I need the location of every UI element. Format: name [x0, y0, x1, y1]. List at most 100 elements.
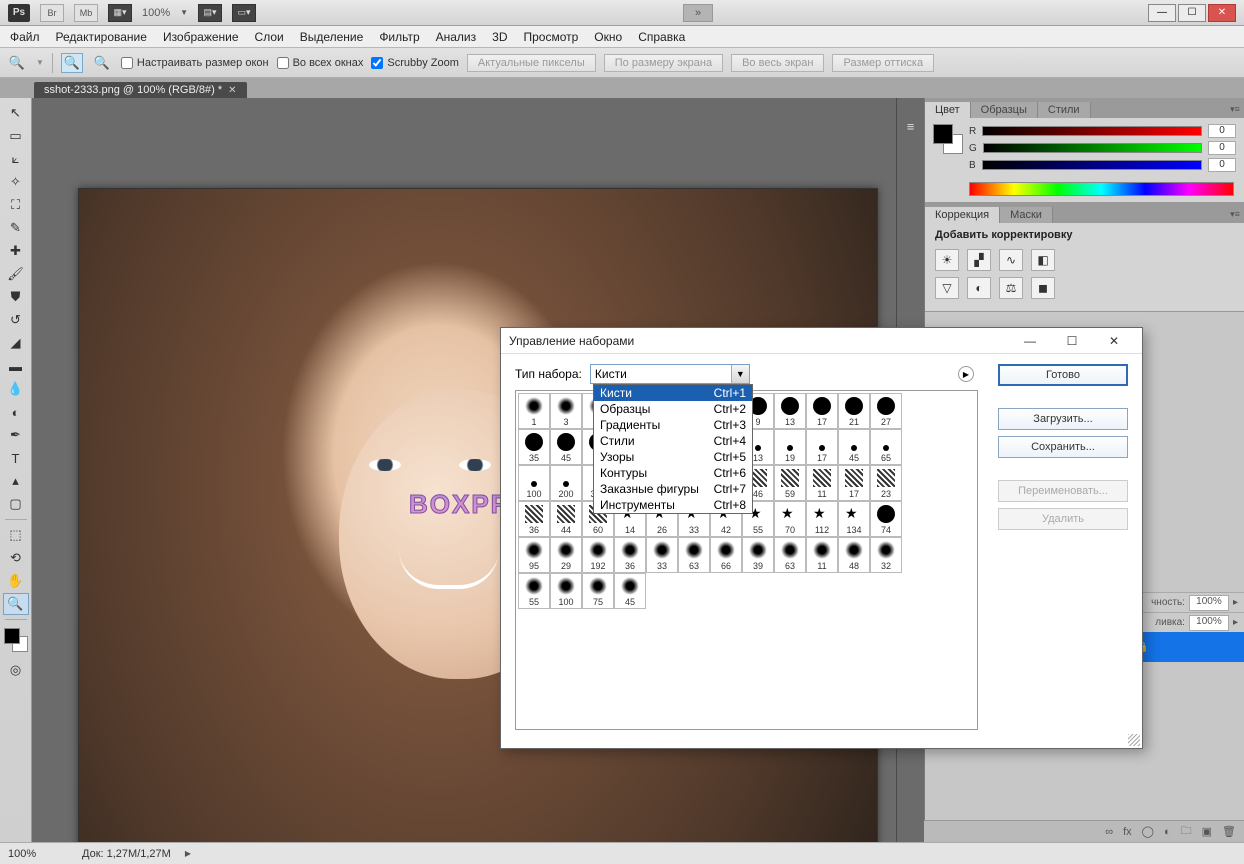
b-slider[interactable]	[982, 160, 1202, 170]
hand-tool[interactable]: ✋	[3, 570, 29, 592]
all-windows-checkbox[interactable]: Во всех окнах	[277, 57, 364, 69]
eyedropper-tool[interactable]: ✎	[3, 217, 29, 239]
trash-icon[interactable]: 🗑	[1222, 825, 1236, 838]
shape-tool[interactable]: ▢	[3, 493, 29, 515]
gradient-tool[interactable]: ▬	[3, 355, 29, 377]
levels-icon[interactable]: ▞	[967, 249, 991, 271]
preset-option-6[interactable]: Заказные фигурыCtrl+7	[594, 481, 752, 497]
zoom-in-icon[interactable]: 🔍	[61, 53, 83, 73]
brush-preset[interactable]: 13	[774, 393, 806, 429]
menu-select[interactable]: Выделение	[300, 30, 364, 44]
preset-option-3[interactable]: СтилиCtrl+4	[594, 433, 752, 449]
brush-preset[interactable]: 11	[806, 537, 838, 573]
bridge-icon[interactable]: Br	[40, 4, 64, 22]
brush-preset[interactable]: 45	[550, 429, 582, 465]
preset-option-5[interactable]: КонтурыCtrl+6	[594, 465, 752, 481]
minimize-button[interactable]: —	[1148, 4, 1176, 22]
status-caret-icon[interactable]: ▶	[185, 849, 191, 858]
brush-preset[interactable]: 75	[582, 573, 614, 609]
resize-grip[interactable]	[1128, 734, 1140, 746]
fill-screen-button[interactable]: Во весь экран	[731, 54, 824, 72]
preset-type-combo[interactable]: Кисти ▼	[590, 364, 750, 384]
brush-preset[interactable]: 17	[806, 429, 838, 465]
minibridge-icon[interactable]: Mb	[74, 4, 98, 22]
preset-option-0[interactable]: КистиCtrl+1	[594, 385, 752, 401]
menu-analysis[interactable]: Анализ	[436, 30, 477, 44]
print-size-button[interactable]: Размер оттиска	[832, 54, 934, 72]
brush-preset[interactable]: 55	[518, 573, 550, 609]
load-button[interactable]: Загрузить...	[998, 408, 1128, 430]
brush-preset[interactable]: 200	[550, 465, 582, 501]
dialog-close-button[interactable]: ✕	[1094, 330, 1134, 352]
brush-tool[interactable]: 🖌	[3, 263, 29, 285]
preset-option-2[interactable]: ГрадиентыCtrl+3	[594, 417, 752, 433]
brush-preset[interactable]: 95	[518, 537, 550, 573]
brightness-icon[interactable]: ☀	[935, 249, 959, 271]
curves-icon[interactable]: ∿	[999, 249, 1023, 271]
status-zoom[interactable]: 100%	[8, 848, 68, 860]
g-value[interactable]: 0	[1208, 141, 1236, 155]
brush-preset[interactable]: 39	[742, 537, 774, 573]
menu-file[interactable]: Файл	[10, 30, 40, 44]
scrubby-zoom-checkbox[interactable]: Scrubby Zoom	[371, 57, 459, 69]
brush-preset[interactable]: 70	[774, 501, 806, 537]
fg-bg-colors[interactable]	[4, 628, 28, 652]
brush-preset[interactable]: 21	[838, 393, 870, 429]
tab-styles[interactable]: Стили	[1038, 102, 1091, 118]
brush-preset[interactable]: 100	[518, 465, 550, 501]
b-value[interactable]: 0	[1208, 158, 1236, 172]
hue-icon[interactable]: ◐	[967, 277, 991, 299]
move-tool[interactable]: ↖	[3, 102, 29, 124]
tab-color[interactable]: Цвет	[925, 102, 971, 118]
bw-icon[interactable]: ◼	[1031, 277, 1055, 299]
tab-adjustments[interactable]: Коррекция	[925, 207, 1000, 223]
document-tab-close-icon[interactable]: ✕	[228, 85, 236, 96]
panel-menu-icon[interactable]: ▾≡	[1226, 205, 1244, 223]
brush-preset[interactable]: 66	[710, 537, 742, 573]
screen-mode-icon[interactable]: ▭▾	[232, 4, 256, 22]
adjustment-layer-icon[interactable]: ◐	[1164, 826, 1171, 838]
chevron-down-icon[interactable]: ▼	[731, 365, 749, 383]
actual-pixels-button[interactable]: Актуальные пикселы	[467, 54, 596, 72]
collapsed-panel-icon[interactable]: ≡	[900, 116, 922, 136]
menu-image[interactable]: Изображение	[163, 30, 239, 44]
fill-value[interactable]: 100%	[1189, 615, 1229, 631]
brush-preset[interactable]: 27	[870, 393, 902, 429]
brush-preset[interactable]: 23	[870, 465, 902, 501]
resize-windows-checkbox[interactable]: Настраивать размер окон	[121, 57, 269, 69]
brush-preset[interactable]: 44	[550, 501, 582, 537]
opacity-value[interactable]: 100%	[1189, 595, 1229, 611]
brush-preset[interactable]: 17	[838, 465, 870, 501]
rotate-view-tool[interactable]: ⟲	[3, 547, 29, 569]
menu-layers[interactable]: Слои	[255, 30, 284, 44]
zoom-out-icon[interactable]: 🔍	[91, 53, 113, 73]
brush-preset[interactable]: 35	[518, 429, 550, 465]
brush-preset[interactable]: 36	[518, 501, 550, 537]
brush-preset[interactable]: 63	[774, 537, 806, 573]
menu-view[interactable]: Просмотр	[523, 30, 578, 44]
history-brush-tool[interactable]: ↺	[3, 309, 29, 331]
exposure-icon[interactable]: ◧	[1031, 249, 1055, 271]
brush-preset[interactable]: 45	[838, 429, 870, 465]
r-slider[interactable]	[982, 126, 1202, 136]
panel-menu-icon[interactable]: ▾≡	[1226, 100, 1244, 118]
fit-screen-button[interactable]: По размеру экрана	[604, 54, 723, 72]
brush-preset[interactable]: 32	[870, 537, 902, 573]
tab-swatches[interactable]: Образцы	[971, 102, 1038, 118]
preset-option-1[interactable]: ОбразцыCtrl+2	[594, 401, 752, 417]
stamp-tool[interactable]: ⛊	[3, 286, 29, 308]
brush-preset[interactable]: 74	[870, 501, 902, 537]
balance-icon[interactable]: ⚖	[999, 277, 1023, 299]
brush-preset[interactable]: 45	[614, 573, 646, 609]
mask-icon[interactable]: ◯	[1142, 825, 1154, 838]
save-button[interactable]: Сохранить...	[998, 436, 1128, 458]
zoom-tool-icon[interactable]: 🔍	[6, 53, 28, 73]
brush-preset[interactable]: 17	[806, 393, 838, 429]
opacity-caret[interactable]: ▸	[1233, 597, 1238, 608]
brush-preset[interactable]: 59	[774, 465, 806, 501]
arrange-docs-icon[interactable]: ▤▾	[198, 4, 222, 22]
menu-window[interactable]: Окно	[594, 30, 622, 44]
pen-tool[interactable]: ✒	[3, 424, 29, 446]
brush-preset[interactable]: 63	[678, 537, 710, 573]
dialog-minimize-button[interactable]: —	[1010, 330, 1050, 352]
